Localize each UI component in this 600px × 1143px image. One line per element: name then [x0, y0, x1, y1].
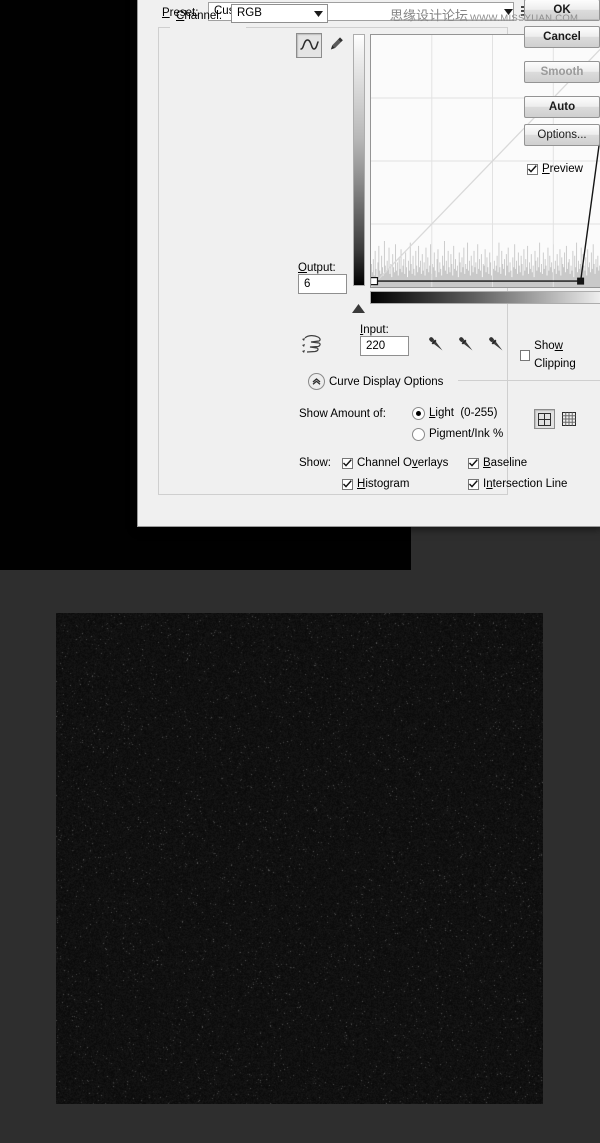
- set-white-point-eyedropper[interactable]: [486, 334, 507, 355]
- auto-button[interactable]: Auto: [524, 96, 600, 118]
- ok-button-label: OK: [553, 4, 570, 16]
- curve-tool-icon: [300, 38, 319, 54]
- smooth-button[interactable]: Smooth: [524, 61, 600, 83]
- options-button[interactable]: Options...: [524, 124, 600, 146]
- input-input[interactable]: 220: [360, 336, 409, 356]
- checkbox-intersection-line[interactable]: Intersection Line: [468, 475, 567, 493]
- preview-label: Preview: [542, 160, 583, 178]
- show-clipping-label: Show Clipping: [534, 337, 600, 373]
- cancel-button[interactable]: Cancel: [524, 26, 600, 48]
- grid-4x4-icon[interactable]: [560, 410, 578, 428]
- show-amount-of-label: Show Amount of:: [299, 405, 386, 423]
- checkbox-box: [468, 479, 479, 490]
- smooth-button-label: Smooth: [541, 66, 584, 78]
- curve-display-options-header[interactable]: Curve Display Options: [308, 373, 600, 389]
- set-black-point-eyedropper[interactable]: [426, 334, 447, 355]
- chevron-down-icon[interactable]: [500, 3, 516, 20]
- radio-pigment-ink[interactable]: Pigment/Ink %: [412, 425, 503, 443]
- photoshop-workspace: Preset: Custom: [0, 0, 600, 1143]
- noise-image-preview: [56, 613, 543, 1104]
- checkbox-label: Channel Overlays: [357, 454, 448, 472]
- channel-value: RGB: [237, 7, 262, 19]
- preset-row: Preset: Custom: [162, 2, 582, 24]
- checkbox-box: [342, 479, 353, 490]
- checkbox-box: [527, 164, 538, 175]
- ok-button[interactable]: OK: [524, 0, 600, 21]
- curve-display-options-label: Curve Display Options: [329, 373, 443, 391]
- channel-label: Channel:: [176, 7, 222, 25]
- input-value: 220: [366, 340, 385, 352]
- chevron-down-icon[interactable]: [310, 5, 326, 22]
- section-divider: [458, 380, 600, 381]
- watermark-rule: [390, 19, 598, 20]
- auto-button-label: Auto: [549, 101, 575, 113]
- checkbox-label: Intersection Line: [483, 475, 567, 493]
- draw-pencil-tool-button[interactable]: [325, 34, 347, 57]
- output-gradient-bar: [353, 34, 365, 286]
- edit-points-tool-button[interactable]: [296, 33, 322, 58]
- checkbox-box: [468, 458, 479, 469]
- radio-light-label: Light (0-255): [429, 404, 497, 422]
- preview-checkbox[interactable]: Preview: [527, 160, 583, 178]
- pencil-tool-icon: [327, 35, 345, 56]
- show-clipping-checkbox[interactable]: Show Clipping: [520, 337, 600, 373]
- output-value: 6: [304, 278, 310, 290]
- options-button-label: Options...: [537, 129, 586, 141]
- output-input[interactable]: 6: [298, 274, 347, 294]
- checkbox-label: Baseline: [483, 454, 527, 472]
- smooth-points-icon[interactable]: [299, 334, 323, 356]
- chevron-up-icon[interactable]: [308, 373, 325, 390]
- radio-light[interactable]: Light (0-255): [412, 404, 497, 422]
- checkbox-box: [342, 458, 353, 469]
- set-gray-point-eyedropper[interactable]: [456, 334, 477, 355]
- grid-2x2-icon[interactable]: [534, 409, 555, 429]
- checkbox-label: Histogram: [357, 475, 409, 493]
- cancel-button-label: Cancel: [543, 31, 581, 43]
- radio-button: [412, 407, 425, 420]
- input-gradient-bar: [370, 291, 600, 304]
- radio-pigment-label: Pigment/Ink %: [429, 425, 503, 443]
- show-label: Show:: [299, 454, 331, 472]
- checkbox-baseline[interactable]: Baseline: [468, 454, 527, 472]
- radio-button: [412, 428, 425, 441]
- checkbox-channel-overlays[interactable]: Channel Overlays: [342, 454, 448, 472]
- black-point-slider[interactable]: [352, 304, 365, 316]
- checkbox-histogram[interactable]: Histogram: [342, 475, 409, 493]
- checkbox-box: [520, 350, 530, 361]
